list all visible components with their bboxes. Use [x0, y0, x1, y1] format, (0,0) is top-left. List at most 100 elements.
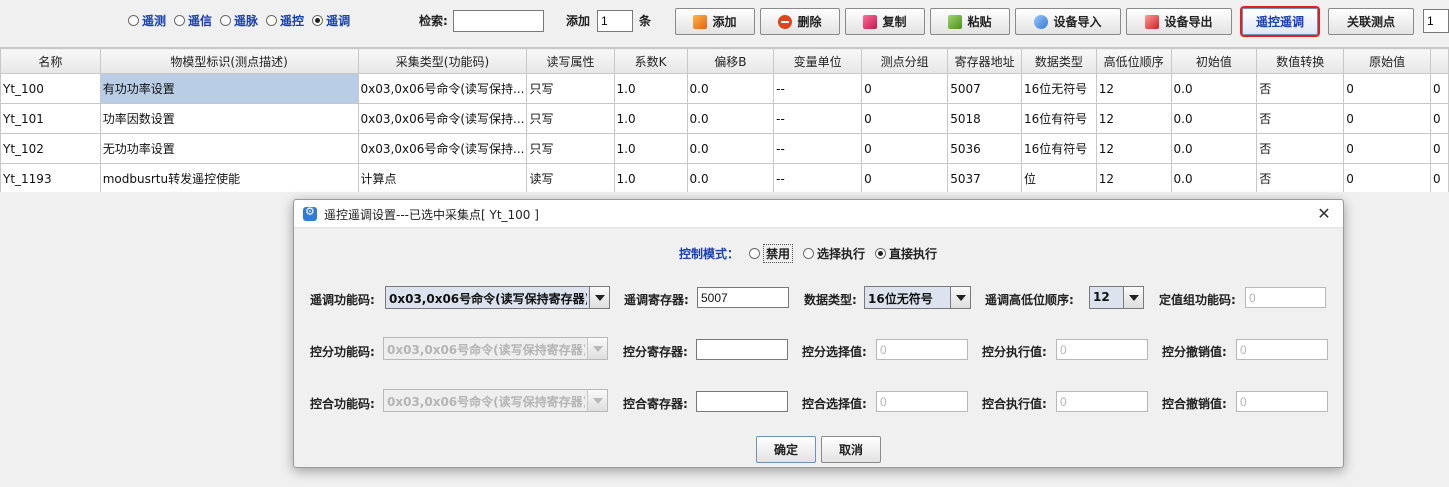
add-count-input[interactable] — [597, 10, 633, 32]
table-cell[interactable]: 0.0 — [686, 73, 775, 104]
table-cell[interactable]: 0 — [861, 73, 949, 104]
byte-order-select[interactable]: 12 — [1089, 286, 1144, 309]
copy-button[interactable]: 复制 — [845, 8, 925, 35]
table-cell[interactable]: 只写 — [526, 73, 615, 104]
radio-ym[interactable]: 遥脉 — [220, 12, 258, 29]
table-cell[interactable]: 0 — [861, 133, 949, 164]
open-cancel-value-input[interactable] — [1236, 339, 1328, 360]
chevron-down-icon[interactable] — [589, 287, 609, 308]
column-header[interactable] — [1430, 48, 1449, 74]
table-cell[interactable]: 0 — [1343, 133, 1432, 164]
table-cell[interactable]: Yt_102 — [0, 133, 101, 164]
open-func-select[interactable]: 0x03,0x06号命令(读写保持寄存器) — [383, 337, 608, 360]
table-cell[interactable]: 0.0 — [686, 133, 775, 164]
radio-button-icon[interactable] — [220, 15, 232, 26]
radio-button-icon[interactable] — [174, 15, 186, 26]
open-exec-value-input[interactable] — [1056, 339, 1148, 360]
column-header[interactable]: 数值转换 — [1256, 48, 1345, 74]
table-cell[interactable]: 0 — [1430, 133, 1449, 164]
table-cell[interactable]: 5007 — [947, 73, 1022, 104]
related-points-button[interactable]: 关联测点 — [1328, 8, 1414, 35]
table-cell[interactable]: 位 — [1020, 163, 1097, 192]
table-cell[interactable]: 0x03,0x06号命令(读写保持... — [357, 133, 528, 164]
mode-direct-execute-radio[interactable]: 直接执行 — [875, 245, 937, 262]
close-icon[interactable]: ✕ — [1313, 203, 1335, 225]
radio-yc[interactable]: 遥测 — [128, 12, 166, 29]
table-cell[interactable]: 0.0 — [1170, 73, 1258, 104]
chevron-down-icon[interactable] — [587, 390, 607, 411]
table-cell[interactable]: 否 — [1256, 133, 1345, 164]
table-row[interactable]: Yt_101 功率因数设置 0x03,0x06号命令(读写保持... 只写 1.0 0.0… — [0, 103, 1449, 134]
table-cell[interactable]: -- — [773, 103, 863, 134]
table-cell[interactable]: 1.0 — [613, 103, 688, 134]
column-header[interactable]: 名称 — [0, 48, 101, 74]
radio-button-selected-icon[interactable] — [312, 15, 324, 26]
table-cell[interactable]: 5036 — [947, 133, 1022, 164]
table-cell[interactable]: 16位有符号 — [1020, 133, 1097, 164]
radio-yk[interactable]: 遥控 — [266, 12, 304, 29]
column-header[interactable]: 寄存器地址 — [947, 48, 1022, 74]
table-cell[interactable]: 1.0 — [613, 73, 688, 104]
table-cell[interactable]: 0 — [1430, 73, 1449, 104]
table-cell[interactable]: 有功功率设置 — [99, 73, 359, 104]
column-header[interactable]: 变量单位 — [773, 48, 863, 74]
table-cell[interactable]: Yt_101 — [0, 103, 101, 134]
table-cell[interactable]: 12 — [1095, 163, 1172, 192]
table-cell[interactable]: 5037 — [947, 163, 1022, 192]
search-input[interactable] — [453, 10, 544, 32]
table-cell[interactable]: 0 — [1343, 163, 1432, 192]
table-cell[interactable]: 0x03,0x06号命令(读写保持... — [357, 73, 528, 104]
table-cell[interactable]: 只写 — [526, 133, 615, 164]
table-cell[interactable]: 否 — [1256, 103, 1345, 134]
close-select-value-input[interactable] — [876, 391, 968, 412]
yt-register-input[interactable] — [697, 287, 789, 308]
table-cell[interactable]: 16位有符号 — [1020, 103, 1097, 134]
table-cell[interactable]: 计算点 — [357, 163, 528, 192]
table-cell[interactable]: 16位无符号 — [1020, 73, 1097, 104]
mode-select-execute-radio[interactable]: 选择执行 — [803, 245, 865, 262]
close-register-input[interactable] — [696, 391, 788, 412]
ok-button[interactable]: 确定 — [756, 436, 816, 463]
table-cell[interactable]: 否 — [1256, 73, 1345, 104]
table-cell[interactable]: 无功功率设置 — [99, 133, 359, 164]
radio-button-selected-icon[interactable] — [875, 248, 887, 259]
table-cell[interactable]: 功率因数设置 — [99, 103, 359, 134]
radio-button-icon[interactable] — [266, 15, 278, 26]
data-type-select[interactable]: 16位无符号 — [864, 286, 971, 309]
setting-group-func-input[interactable] — [1245, 287, 1326, 308]
close-cancel-value-input[interactable] — [1236, 391, 1328, 412]
table-cell[interactable]: Yt_1193 — [0, 163, 101, 192]
table-cell[interactable]: 只写 — [526, 103, 615, 134]
table-cell[interactable]: 否 — [1256, 163, 1345, 192]
column-header[interactable]: 初始值 — [1170, 48, 1258, 74]
add-button[interactable]: 添加 — [675, 8, 755, 35]
table-cell[interactable]: 0 — [1430, 163, 1449, 192]
radio-yx[interactable]: 遥信 — [174, 12, 212, 29]
table-cell[interactable]: 0 — [1430, 103, 1449, 134]
close-exec-value-input[interactable] — [1056, 391, 1148, 412]
radio-button-icon[interactable] — [128, 15, 139, 26]
table-row[interactable]: Yt_1193 modbusrtu转发遥控使能 计算点 读写 1.0 0.0 -- 0 5037… — [0, 163, 1449, 192]
table-cell[interactable]: -- — [773, 73, 863, 104]
column-header[interactable]: 采集类型(功能码) — [357, 48, 528, 74]
column-header[interactable]: 偏移B — [686, 48, 775, 74]
chevron-down-icon[interactable] — [1123, 287, 1143, 308]
column-header[interactable]: 读写属性 — [526, 48, 615, 74]
table-cell[interactable]: 读写 — [526, 163, 615, 192]
table-cell[interactable]: 0 — [1343, 73, 1432, 104]
mode-disabled-radio[interactable]: 禁用 — [749, 244, 794, 263]
paste-button[interactable]: 粘贴 — [930, 8, 1010, 35]
dialog-title-bar[interactable]: 遥控遥调设置---已选中采集点[ Yt_100 ] ✕ — [294, 200, 1343, 228]
device-import-button[interactable]: 设备导入 — [1015, 8, 1121, 35]
column-header[interactable]: 数据类型 — [1020, 48, 1097, 74]
table-cell[interactable]: 0x03,0x06号命令(读写保持... — [357, 103, 528, 134]
table-cell[interactable]: -- — [773, 133, 863, 164]
table-cell[interactable]: 12 — [1095, 73, 1172, 104]
table-cell[interactable]: 12 — [1095, 133, 1172, 164]
table-row[interactable]: Yt_102 无功功率设置 0x03,0x06号命令(读写保持... 只写 1.0 0.0… — [0, 133, 1449, 164]
table-cell[interactable]: 0.0 — [686, 103, 775, 134]
table-cell[interactable]: Yt_100 — [0, 73, 101, 104]
column-header[interactable]: 系数K — [613, 48, 688, 74]
table-cell[interactable]: 0.0 — [1170, 133, 1258, 164]
delete-button[interactable]: 删除 — [760, 8, 840, 35]
